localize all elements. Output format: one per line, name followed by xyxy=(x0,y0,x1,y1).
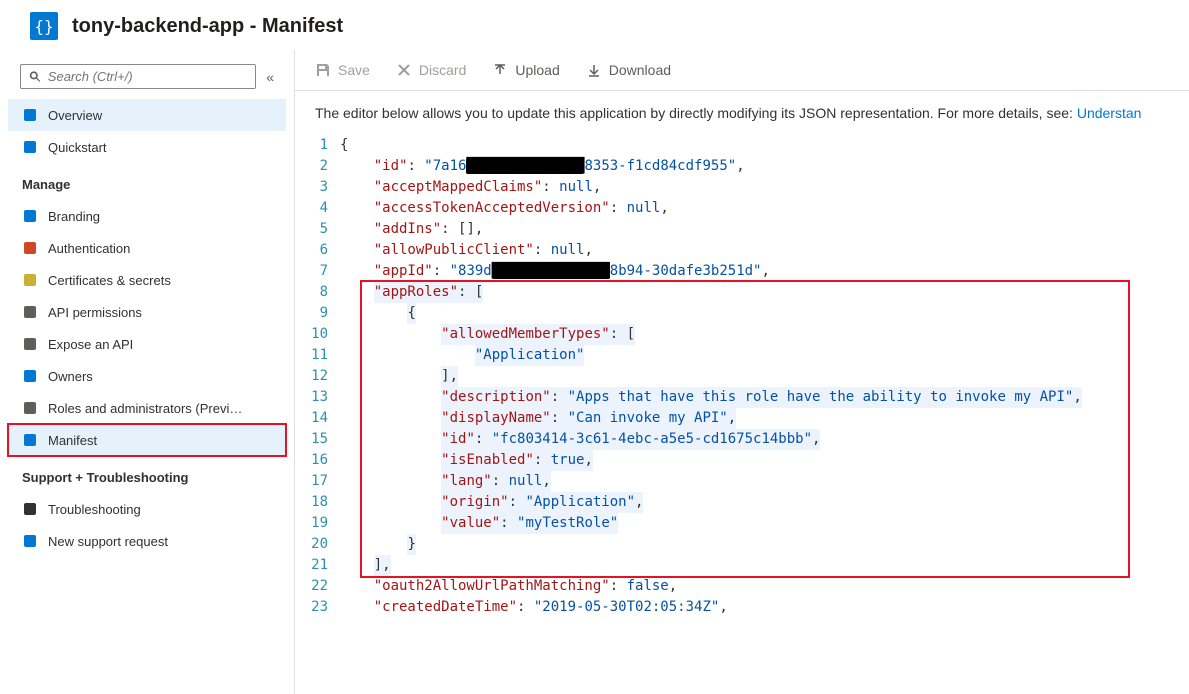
code-line[interactable]: } xyxy=(340,534,1189,555)
code-line[interactable]: ], xyxy=(340,555,1189,576)
section-support: Support + Troubleshooting xyxy=(8,456,286,493)
code-line[interactable]: ], xyxy=(340,366,1189,387)
code-line[interactable]: { xyxy=(340,303,1189,324)
page-title: tony-backend-app - Manifest xyxy=(72,15,343,38)
auth-icon xyxy=(22,240,38,256)
code-line[interactable]: "appId": "839d██████████████8b94-30dafe3… xyxy=(340,261,1189,282)
sidebar-item-label: Authentication xyxy=(48,241,130,256)
branding-icon xyxy=(22,208,38,224)
search-icon xyxy=(29,70,42,84)
code-line[interactable]: "oauth2AllowUrlPathMatching": false, xyxy=(340,576,1189,597)
description-link[interactable]: Understan xyxy=(1077,105,1142,121)
code-line[interactable]: "acceptMappedClaims": null, xyxy=(340,177,1189,198)
sidebar-item-label: Manifest xyxy=(48,433,97,448)
code-line[interactable]: "displayName": "Can invoke my API", xyxy=(340,408,1189,429)
sidebar-item-label: API permissions xyxy=(48,305,142,320)
section-manage: Manage xyxy=(8,163,286,200)
code-line[interactable]: "allowedMemberTypes": [ xyxy=(340,324,1189,345)
sidebar-item-expose-an-api[interactable]: Expose an API xyxy=(8,328,286,360)
collapse-sidebar-icon[interactable]: « xyxy=(266,69,274,85)
description-text: The editor below allows you to update th… xyxy=(315,105,1077,121)
code-line[interactable]: "appRoles": [ xyxy=(340,282,1189,303)
content-body: « Overview Quickstart Manage Branding Auth… xyxy=(0,50,1189,694)
code-line[interactable]: "description": "Apps that have this role… xyxy=(340,387,1189,408)
sidebar-item-label: New support request xyxy=(48,534,168,549)
troubleshoot-icon xyxy=(22,501,38,517)
code-line[interactable]: "createdDateTime": "2019-05-30T02:05:34Z… xyxy=(340,597,1189,618)
upload-button[interactable]: Upload xyxy=(492,62,559,78)
sidebar-item-label: Expose an API xyxy=(48,337,133,352)
save-label: Save xyxy=(338,62,370,78)
upload-label: Upload xyxy=(515,62,559,78)
sidebar-item-label: Troubleshooting xyxy=(48,502,141,517)
discard-button[interactable]: Discard xyxy=(396,62,466,78)
toolbar: Save Discard Upload Download xyxy=(295,50,1189,91)
code-line[interactable]: "addIns": [], xyxy=(340,219,1189,240)
code-line[interactable]: "id": "fc803414-3c61-4ebc-a5e5-cd1675c14… xyxy=(340,429,1189,450)
code-line[interactable]: "isEnabled": true, xyxy=(340,450,1189,471)
sidebar-item-quickstart[interactable]: Quickstart xyxy=(8,131,286,163)
code-line[interactable]: "Application" xyxy=(340,345,1189,366)
api-perm-icon xyxy=(22,304,38,320)
search-input[interactable] xyxy=(48,69,247,84)
discard-icon xyxy=(396,62,412,78)
line-gutter: 1234567891011121314151617181920212223 xyxy=(295,135,340,694)
download-button[interactable]: Download xyxy=(586,62,671,78)
sidebar-item-owners[interactable]: Owners xyxy=(8,360,286,392)
search-row: « xyxy=(8,60,286,99)
json-editor[interactable]: 1234567891011121314151617181920212223 { … xyxy=(295,135,1189,694)
sidebar-item-overview[interactable]: Overview xyxy=(8,99,286,131)
code-line[interactable]: "id": "7a16██████████████8353-f1cd84cdf9… xyxy=(340,156,1189,177)
quickstart-icon xyxy=(22,139,38,155)
sidebar-item-roles-and-administrators-previ-[interactable]: Roles and administrators (Previ… xyxy=(8,392,286,424)
search-box[interactable] xyxy=(20,64,256,89)
description: The editor below allows you to update th… xyxy=(295,91,1189,135)
upload-icon xyxy=(492,62,508,78)
sidebar-item-api-permissions[interactable]: API permissions xyxy=(8,296,286,328)
app-icon: {} xyxy=(30,12,58,40)
main-panel: Save Discard Upload Download The editor … xyxy=(295,50,1189,694)
code-area[interactable]: { "id": "7a16██████████████8353-f1cd84cd… xyxy=(340,135,1189,694)
sidebar-item-label: Owners xyxy=(48,369,93,384)
code-line[interactable]: "value": "myTestRole" xyxy=(340,513,1189,534)
cert-icon xyxy=(22,272,38,288)
sidebar-item-authentication[interactable]: Authentication xyxy=(8,232,286,264)
download-label: Download xyxy=(609,62,671,78)
sidebar-item-new-support-request[interactable]: New support request xyxy=(8,525,286,557)
owners-icon xyxy=(22,368,38,384)
sidebar: « Overview Quickstart Manage Branding Auth… xyxy=(0,50,295,694)
expose-api-icon xyxy=(22,336,38,352)
code-line[interactable]: "origin": "Application", xyxy=(340,492,1189,513)
roles-icon xyxy=(22,400,38,416)
save-icon xyxy=(315,62,331,78)
download-icon xyxy=(586,62,602,78)
save-button[interactable]: Save xyxy=(315,62,370,78)
sidebar-item-branding[interactable]: Branding xyxy=(8,200,286,232)
overview-icon xyxy=(22,107,38,123)
sidebar-item-manifest[interactable]: Manifest xyxy=(8,424,286,456)
sidebar-item-troubleshooting[interactable]: Troubleshooting xyxy=(8,493,286,525)
manifest-icon xyxy=(22,432,38,448)
code-line[interactable]: { xyxy=(340,135,1189,156)
page-header: {} tony-backend-app - Manifest xyxy=(0,0,1189,50)
sidebar-item-label: Quickstart xyxy=(48,140,107,155)
sidebar-item-label: Overview xyxy=(48,108,102,123)
code-line[interactable]: "accessTokenAcceptedVersion": null, xyxy=(340,198,1189,219)
support-icon xyxy=(22,533,38,549)
sidebar-item-label: Branding xyxy=(48,209,100,224)
sidebar-item-label: Roles and administrators (Previ… xyxy=(48,401,242,416)
code-line[interactable]: "allowPublicClient": null, xyxy=(340,240,1189,261)
sidebar-item-certificates-secrets[interactable]: Certificates & secrets xyxy=(8,264,286,296)
code-line[interactable]: "lang": null, xyxy=(340,471,1189,492)
sidebar-item-label: Certificates & secrets xyxy=(48,273,171,288)
discard-label: Discard xyxy=(419,62,466,78)
